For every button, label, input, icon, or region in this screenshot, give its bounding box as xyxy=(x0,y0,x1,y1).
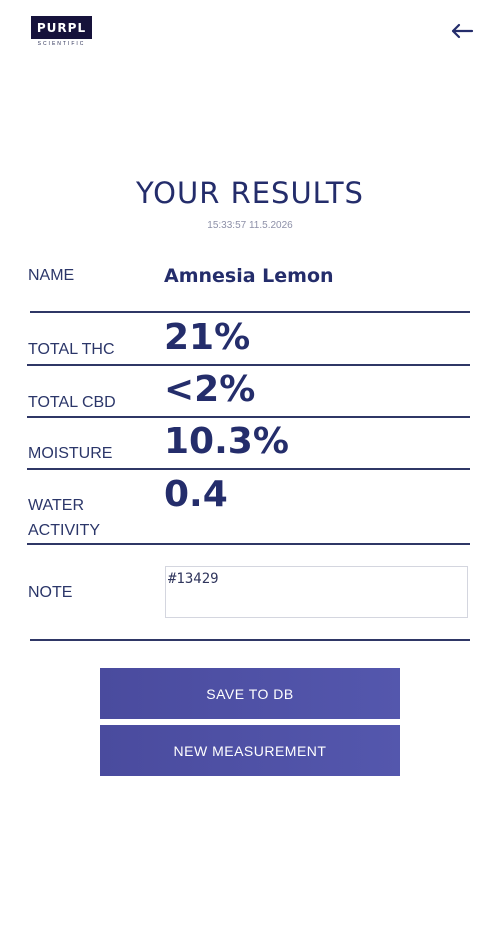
result-timestamp: 15:33:57 11.5.2026 xyxy=(207,220,293,231)
purpl-logo: PURPL SCIENTIFIC xyxy=(31,16,92,49)
thc-label: TOTAL THC xyxy=(28,341,115,358)
logo-wordmark: PURPL xyxy=(31,16,92,39)
divider xyxy=(30,311,470,313)
back-button[interactable] xyxy=(448,18,476,44)
arrow-left-icon xyxy=(451,23,474,39)
page-title: YOUR RESULTS xyxy=(136,176,364,210)
divider xyxy=(27,416,470,418)
note-label: NOTE xyxy=(28,584,73,601)
moisture-value: 10.3% xyxy=(164,421,289,462)
water-activity-label-line2: ACTIVITY xyxy=(28,522,101,539)
note-input[interactable]: #13429 xyxy=(165,566,468,618)
divider xyxy=(30,639,470,641)
logo-subtitle: SCIENTIFIC xyxy=(37,41,86,47)
moisture-label: MOISTURE xyxy=(28,445,113,462)
divider xyxy=(27,468,470,470)
save-to-db-button[interactable]: SAVE TO DB xyxy=(100,668,400,719)
divider xyxy=(27,543,470,545)
new-measurement-button[interactable]: NEW MEASUREMENT xyxy=(100,725,400,776)
name-label: NAME xyxy=(28,267,75,284)
name-value: Amnesia Lemon xyxy=(164,265,334,287)
app-header: PURPL SCIENTIFIC xyxy=(0,0,500,70)
thc-value: 21% xyxy=(164,317,251,358)
water-activity-value: 0.4 xyxy=(164,474,228,515)
divider xyxy=(27,364,470,366)
water-activity-label-line1: WATER xyxy=(28,497,84,514)
cbd-value: <2% xyxy=(164,369,256,410)
cbd-label: TOTAL CBD xyxy=(28,394,116,411)
